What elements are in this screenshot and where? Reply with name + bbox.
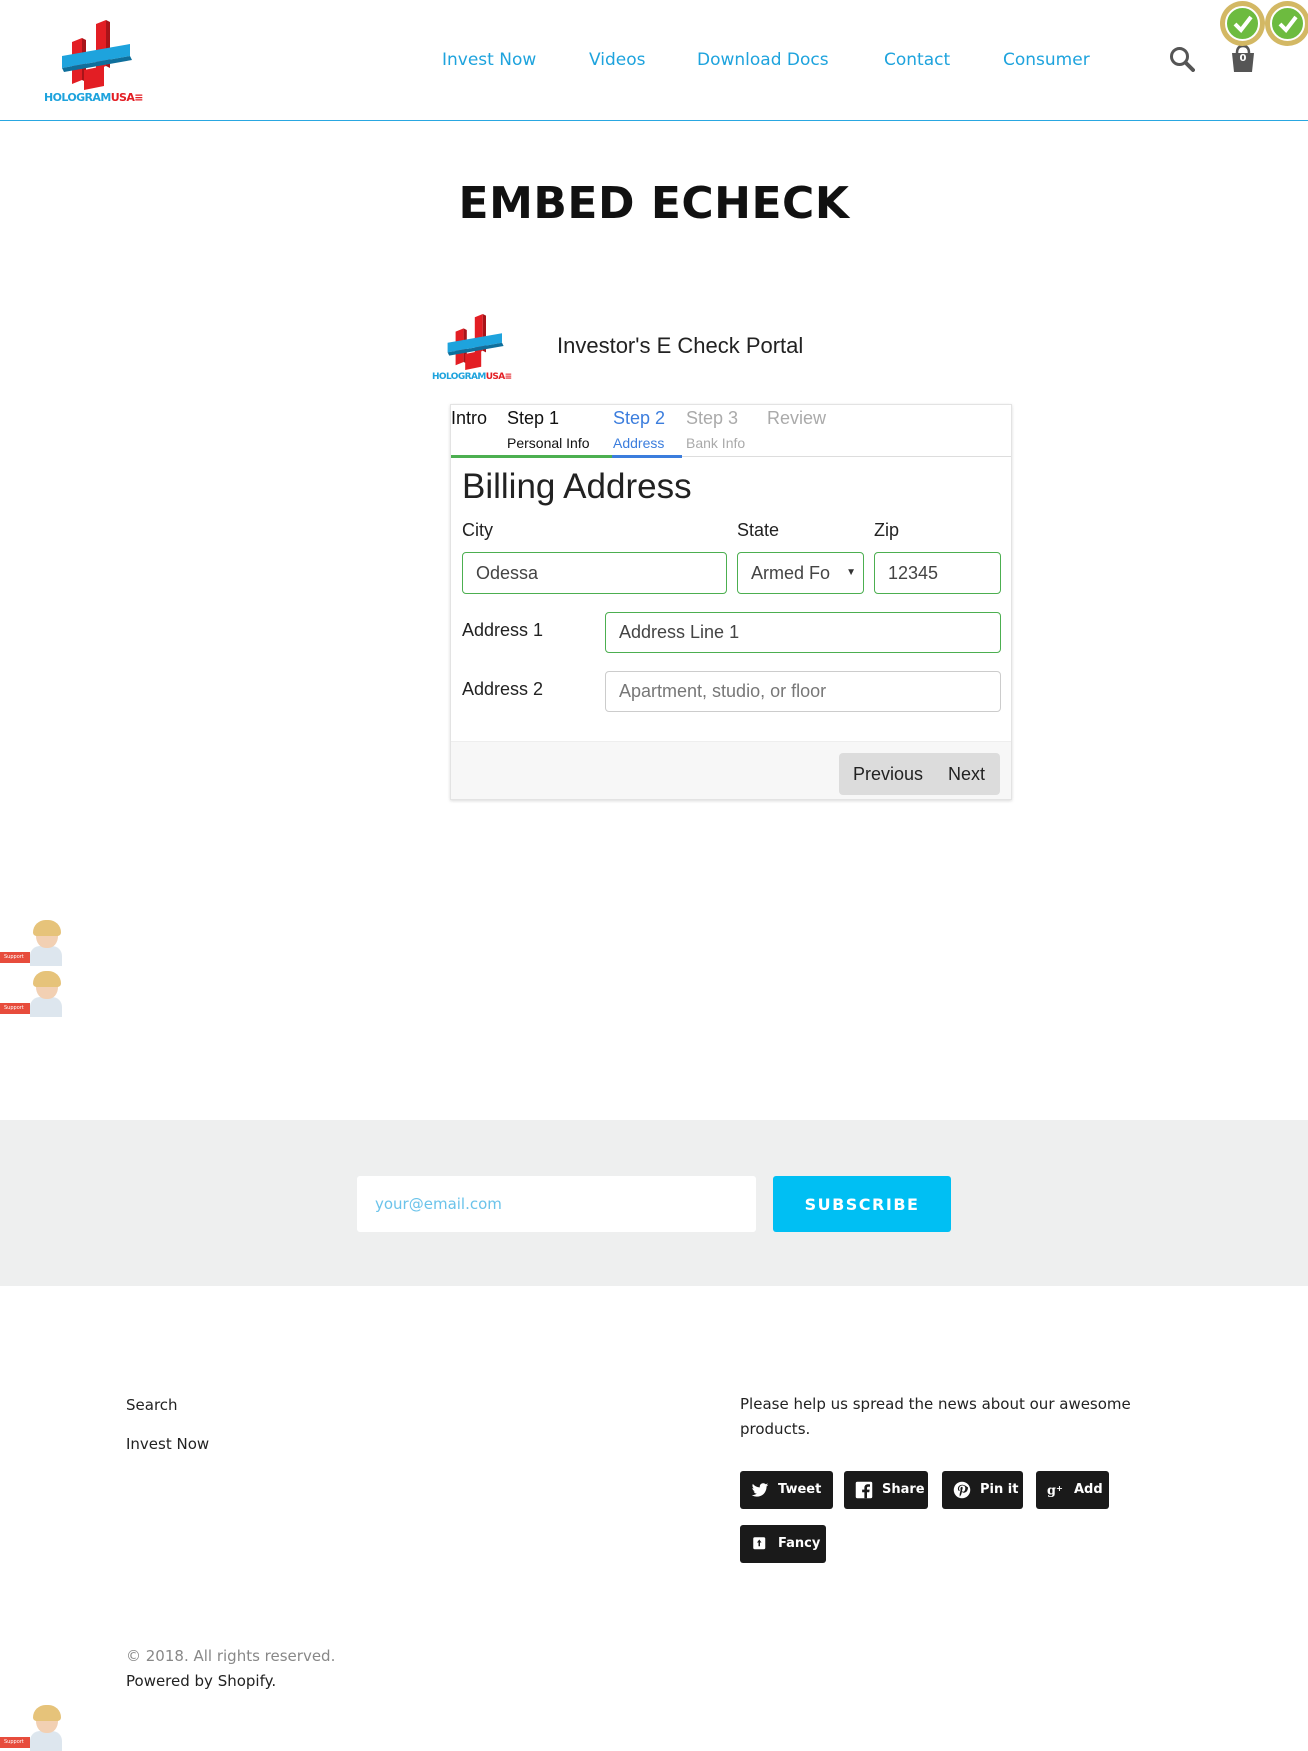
logo-wordmark: HOLOGRAMUSA≡ bbox=[44, 91, 143, 104]
support-tag: Support bbox=[0, 1003, 30, 1014]
tab-step-2[interactable]: Step 2 Address bbox=[612, 405, 682, 458]
tab-intro[interactable]: Intro bbox=[451, 405, 497, 458]
section-title: Billing Address bbox=[462, 467, 692, 506]
chevron-down-icon: ▼ bbox=[846, 567, 856, 578]
twitter-icon bbox=[751, 1483, 769, 1497]
logo-mark-icon bbox=[62, 20, 132, 90]
verified-badge-icon bbox=[1265, 1, 1308, 46]
nav-videos[interactable]: Videos bbox=[589, 50, 646, 70]
state-select[interactable]: Armed Fo ▼ bbox=[737, 552, 864, 594]
nav-download-docs[interactable]: Download Docs bbox=[697, 50, 829, 70]
echeck-form: Intro Step 1 Personal Info Step 2 Addres… bbox=[450, 404, 1012, 800]
trust-badges bbox=[1218, 0, 1308, 46]
address2-field[interactable]: Apartment, studio, or floor bbox=[605, 671, 1001, 712]
google-plus-button[interactable]: g + Add bbox=[1036, 1471, 1109, 1509]
pinterest-icon bbox=[953, 1481, 971, 1499]
share-message: Please help us spread the news about our… bbox=[740, 1395, 1131, 1438]
tab-progress-bar bbox=[612, 455, 682, 458]
hologram-usa-logo[interactable]: HOLOGRAMUSA≡ bbox=[44, 20, 156, 104]
nav-invest-now[interactable]: Invest Now bbox=[442, 50, 536, 70]
newsletter-section: SUBSCRIBE bbox=[0, 1120, 1308, 1286]
copyright-text: © 2018. All rights reserved. bbox=[126, 1647, 336, 1665]
fancy-icon bbox=[753, 1537, 766, 1550]
tab-review: Review bbox=[767, 408, 827, 428]
zip-label: Zip bbox=[874, 520, 900, 540]
logo-wordmark: HOLOGRAMUSA≡ bbox=[432, 372, 512, 382]
portal-logo: HOLOGRAMUSA≡ bbox=[432, 314, 524, 382]
tab-step-3: Step 3 Bank Info bbox=[686, 408, 746, 451]
cart-count: 0 bbox=[1239, 53, 1247, 64]
powered-by-link[interactable]: Powered by Shopify. bbox=[126, 1672, 276, 1690]
logo-mark-icon bbox=[447, 314, 504, 370]
state-value: Armed Fo bbox=[751, 563, 831, 583]
site-header: HOLOGRAMUSA≡ Invest Now Videos Download … bbox=[0, 0, 1308, 121]
tweet-button[interactable]: Tweet bbox=[740, 1471, 833, 1509]
cart-icon[interactable]: 0 bbox=[1228, 44, 1260, 76]
support-tag: Support bbox=[0, 952, 30, 963]
verified-badge-icon bbox=[1220, 1, 1265, 46]
facebook-icon bbox=[855, 1481, 873, 1499]
form-footer: Previous Next bbox=[451, 741, 1011, 799]
wizard-buttons: Previous Next bbox=[839, 753, 1000, 795]
nav-contact[interactable]: Contact bbox=[884, 50, 950, 70]
next-button[interactable]: Next bbox=[948, 753, 985, 795]
portal-title: Investor's E Check Portal bbox=[557, 333, 804, 358]
search-icon[interactable] bbox=[1169, 46, 1195, 72]
fancy-button[interactable]: Fancy bbox=[740, 1525, 826, 1563]
support-chat-widget[interactable]: Support bbox=[0, 1705, 62, 1751]
support-chat-widget[interactable]: Support bbox=[0, 971, 62, 1017]
support-tag: Support bbox=[0, 1737, 30, 1748]
pinterest-button[interactable]: Pin it bbox=[942, 1471, 1023, 1509]
google-plus-icon: g + bbox=[1047, 1483, 1063, 1499]
zip-field[interactable]: 12345 bbox=[874, 552, 1001, 594]
address2-label: Address 2 bbox=[462, 679, 544, 699]
facebook-share-button[interactable]: Share bbox=[844, 1471, 928, 1509]
city-field[interactable]: Odessa bbox=[462, 552, 727, 594]
nav-consumer[interactable]: Consumer bbox=[1003, 50, 1090, 70]
email-input[interactable] bbox=[357, 1176, 756, 1232]
footer-link-invest-now[interactable]: Invest Now bbox=[126, 1435, 209, 1453]
footer-link-search[interactable]: Search bbox=[126, 1396, 178, 1414]
svg-text:+: + bbox=[1056, 1483, 1063, 1493]
support-chat-widget[interactable]: Support bbox=[0, 920, 62, 966]
step-tabs: Intro Step 1 Personal Info Step 2 Addres… bbox=[451, 405, 1011, 458]
address1-label: Address 1 bbox=[462, 620, 544, 640]
city-label: City bbox=[462, 520, 493, 540]
previous-button[interactable]: Previous bbox=[853, 753, 923, 795]
state-label: State bbox=[737, 520, 780, 540]
subscribe-button[interactable]: SUBSCRIBE bbox=[773, 1176, 951, 1232]
svg-text:g: g bbox=[1047, 1484, 1056, 1499]
tab-step-1[interactable]: Step 1 Personal Info bbox=[497, 405, 667, 458]
page-title: EMBED ECHECK bbox=[458, 178, 850, 229]
address1-field[interactable]: Address Line 1 bbox=[605, 612, 1001, 653]
tab-progress-bar bbox=[451, 455, 497, 458]
